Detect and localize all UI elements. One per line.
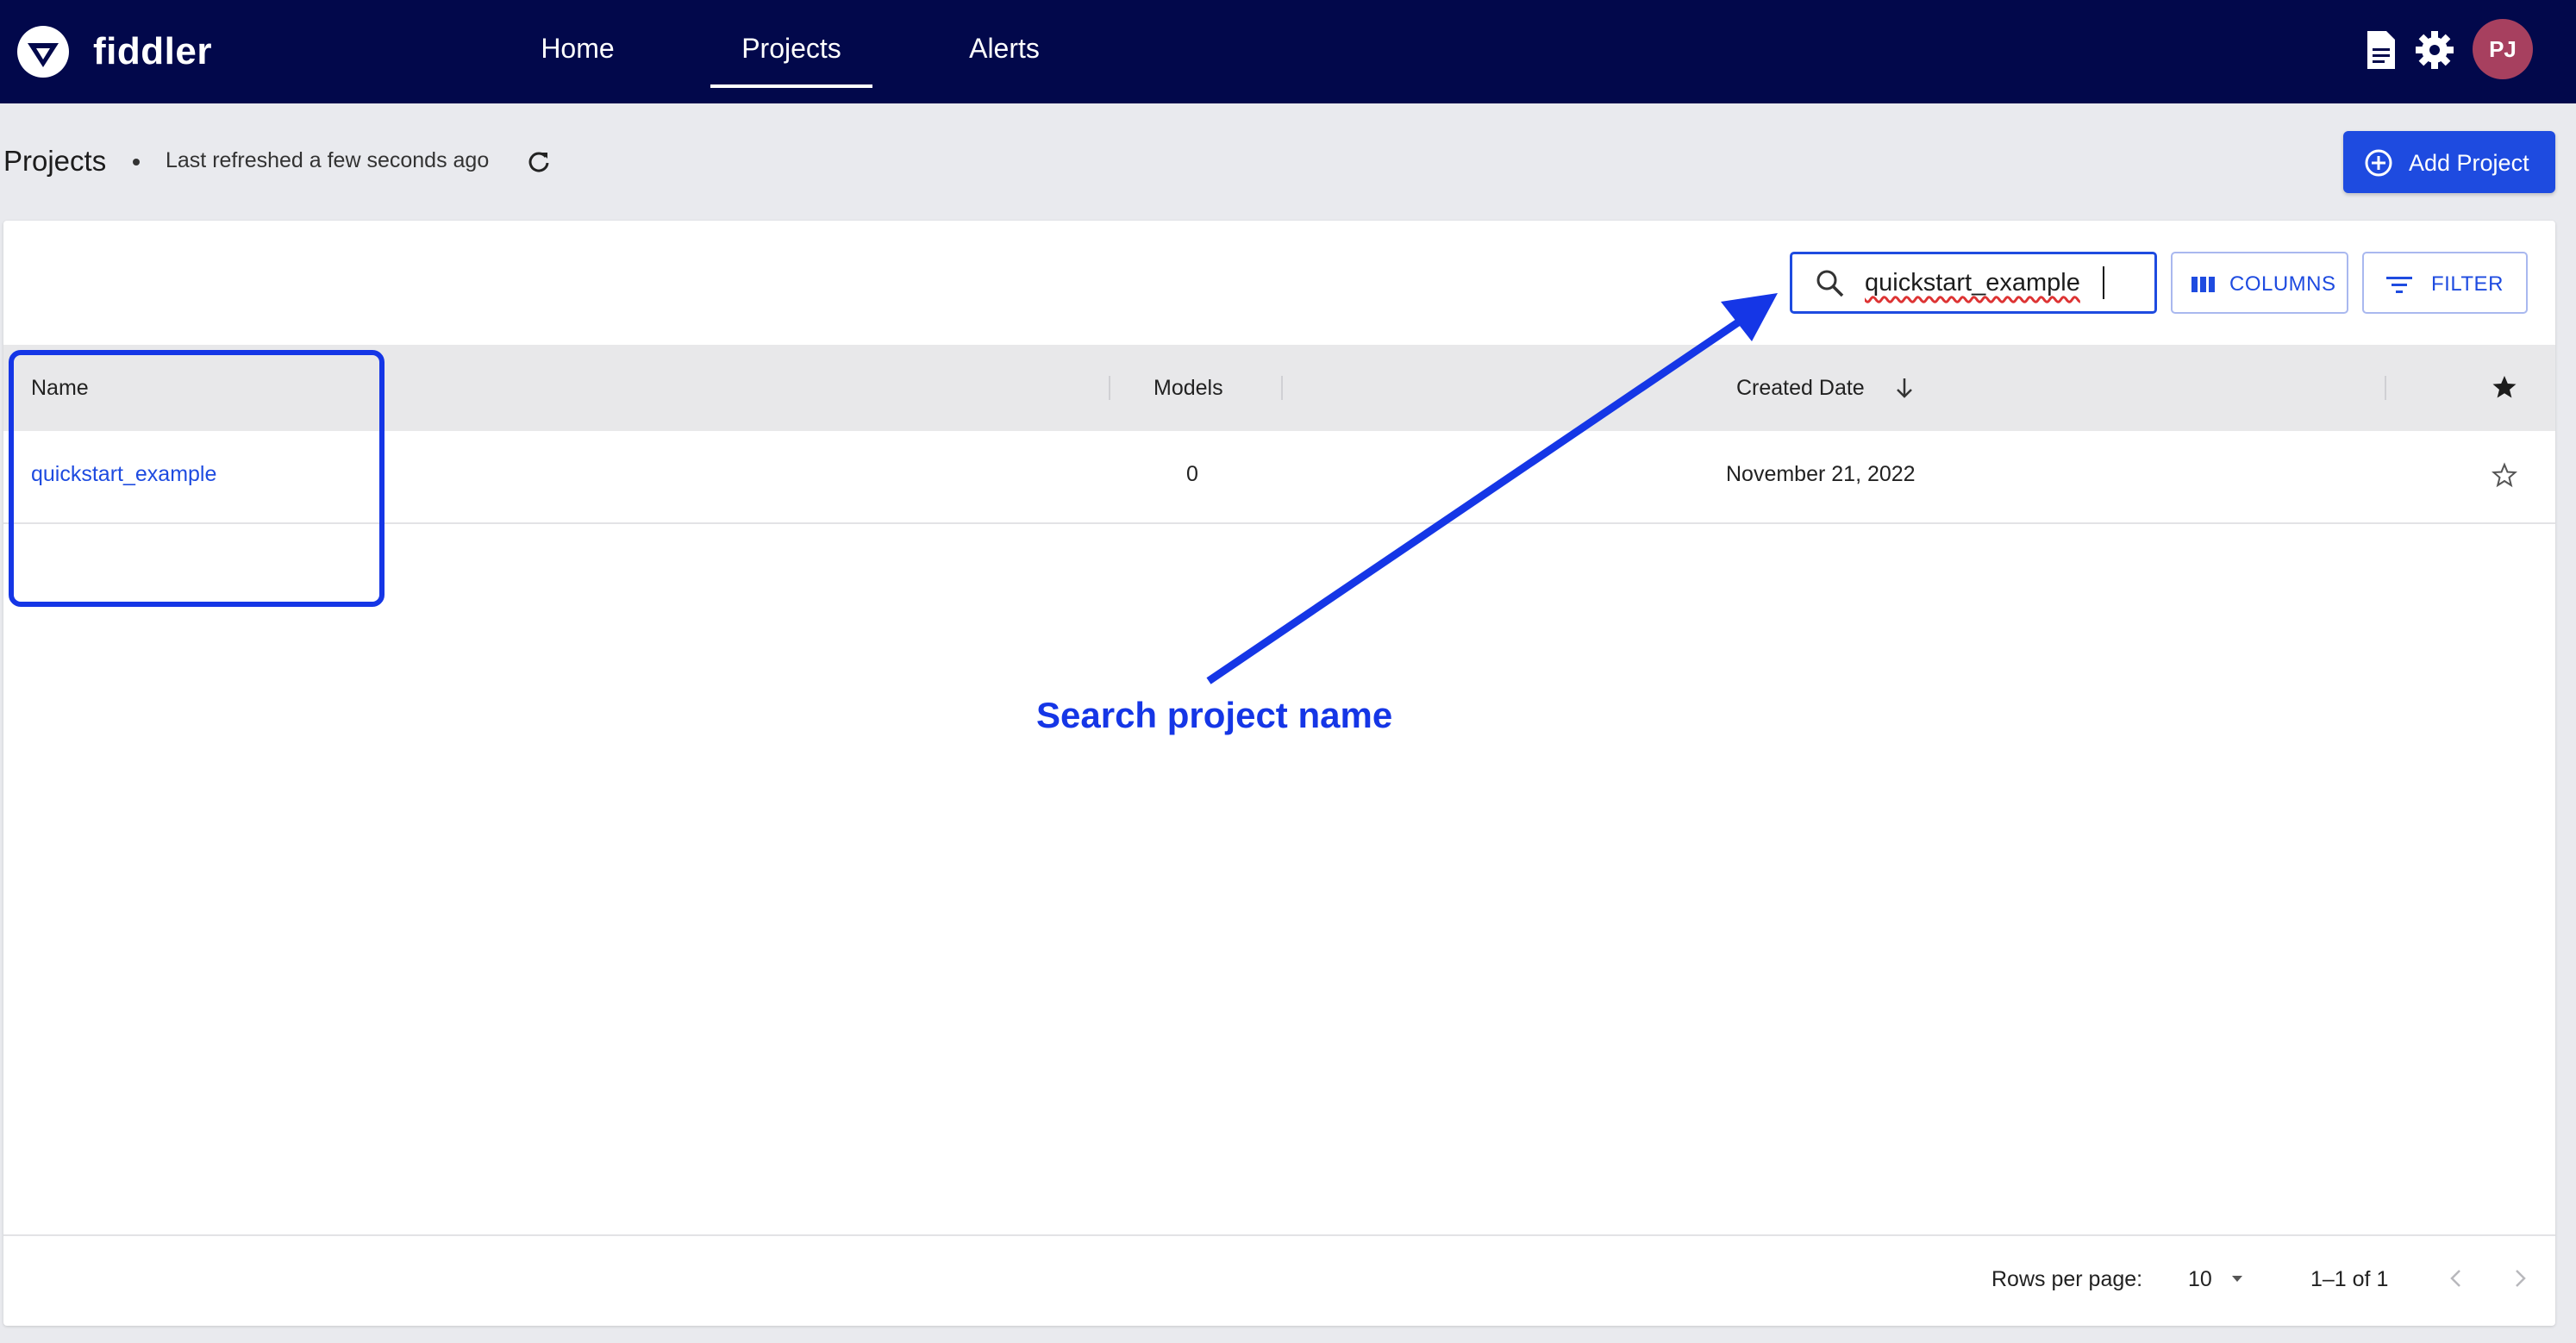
annotation-highlight-box — [9, 350, 385, 607]
annotation-label: Search project name — [1036, 695, 1393, 735]
filter-button[interactable]: FILTER — [2362, 252, 2528, 314]
table-header: Name Models Created Date — [3, 345, 2555, 431]
last-refreshed-text: Last refreshed a few seconds ago — [166, 148, 490, 172]
table-row[interactable]: quickstart_example 0 November 21, 2022 — [3, 431, 2555, 524]
dropdown-arrow-icon[interactable] — [2224, 1265, 2250, 1291]
star-outline-icon[interactable] — [2492, 462, 2517, 488]
user-avatar[interactable]: PJ — [2473, 19, 2533, 79]
top-navigation-bar: fiddler Home Projects Alerts PJ — [0, 0, 2576, 103]
rows-per-page-label: Rows per page: — [1991, 1267, 2143, 1291]
search-icon — [1816, 270, 1844, 297]
columns-icon — [2191, 277, 2215, 292]
refresh-icon[interactable] — [526, 148, 552, 174]
add-project-button[interactable]: Add Project — [2343, 131, 2555, 193]
column-separator[interactable] — [1281, 376, 1283, 400]
models-count: 0 — [1186, 462, 1198, 486]
add-project-label: Add Project — [2409, 150, 2529, 176]
column-header-created-date[interactable]: Created Date — [1736, 376, 1865, 401]
columns-button[interactable]: COLUMNS — [2171, 252, 2348, 314]
star-filled-icon[interactable] — [2492, 374, 2517, 400]
nav-projects[interactable]: Projects — [710, 0, 872, 103]
column-separator[interactable] — [2385, 376, 2386, 400]
search-value: quickstart_example — [1865, 269, 2080, 297]
gear-icon[interactable] — [2410, 26, 2459, 74]
table-footer-divider — [3, 1234, 2555, 1236]
pagination-range: 1–1 of 1 — [2310, 1267, 2389, 1291]
chevron-left-icon[interactable] — [2443, 1265, 2469, 1291]
rows-per-page-select[interactable]: 10 — [2188, 1267, 2212, 1292]
column-header-models[interactable]: Models — [1154, 376, 1223, 401]
add-circle-icon — [2365, 149, 2392, 177]
column-separator[interactable] — [1109, 376, 1110, 400]
filter-label: FILTER — [2431, 272, 2504, 296]
columns-label: COLUMNS — [2229, 272, 2336, 296]
sort-descending-icon[interactable] — [1893, 376, 1916, 400]
filter-icon — [2386, 277, 2412, 293]
chevron-right-icon[interactable] — [2507, 1265, 2533, 1291]
brand-name[interactable]: fiddler — [93, 24, 212, 79]
text-caret — [2103, 266, 2104, 299]
nav-alerts[interactable]: Alerts — [948, 0, 1060, 103]
created-date: November 21, 2022 — [1726, 462, 1916, 486]
document-icon[interactable] — [2357, 26, 2405, 74]
nav-home[interactable]: Home — [528, 0, 628, 103]
fiddler-logo-icon[interactable] — [16, 24, 71, 79]
separator-dot — [133, 159, 140, 166]
search-input[interactable]: quickstart_example — [1790, 252, 2157, 314]
page-title: Projects — [3, 145, 107, 177]
